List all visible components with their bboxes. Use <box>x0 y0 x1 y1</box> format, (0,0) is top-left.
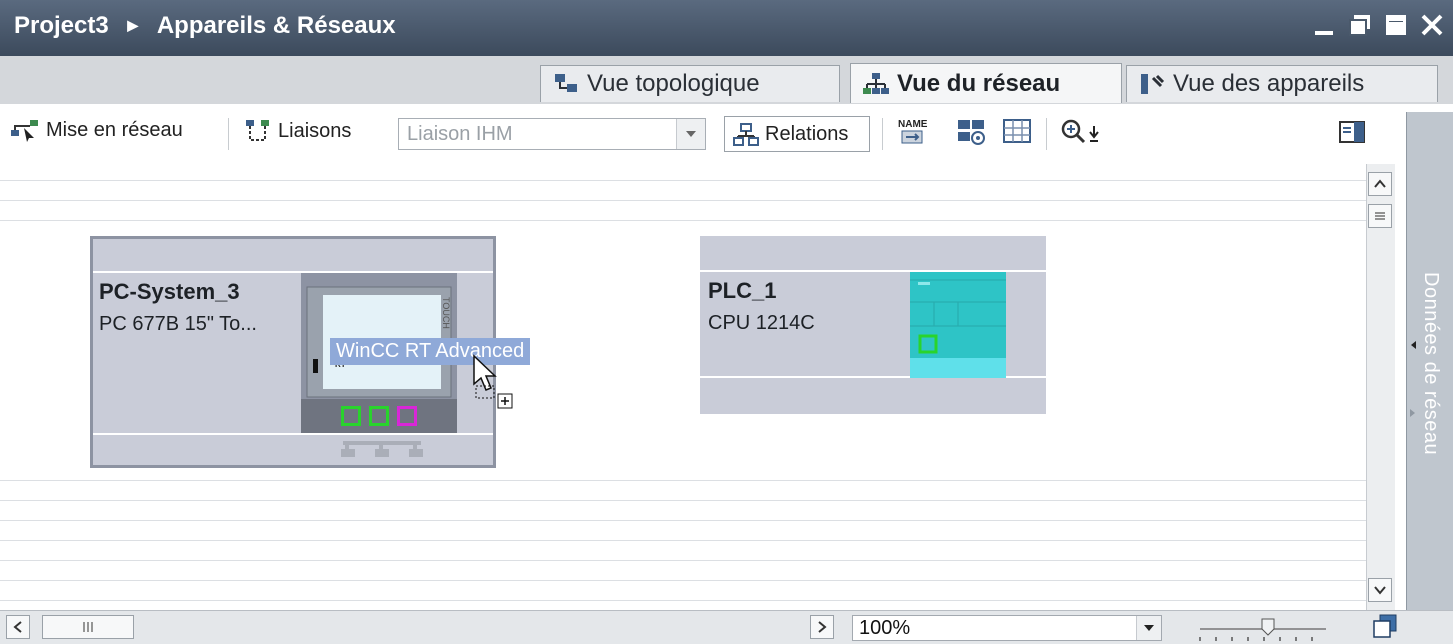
connections-label: Liaisons <box>278 119 352 142</box>
chevron-down-icon[interactable] <box>676 119 705 149</box>
drag-cursor-icon <box>473 354 513 409</box>
device-name[interactable]: PLC_1 <box>708 278 776 304</box>
maximize-icon[interactable] <box>1383 10 1409 40</box>
rack-connector-icon <box>341 441 423 457</box>
relations-button[interactable]: Relations <box>724 116 870 152</box>
device-type: PC 677B 15" To... <box>99 313 257 335</box>
plc-station[interactable]: PLC_1 CPU 1214C <box>700 236 1046 414</box>
network-mode-button[interactable]: Mise en réseau <box>10 118 183 142</box>
address-name-icon: NAME <box>898 119 928 144</box>
zoom-slider[interactable] <box>1196 613 1336 643</box>
zoom-in-icon <box>1061 119 1099 144</box>
close-icon[interactable] <box>1419 10 1445 40</box>
connection-type-select[interactable]: Liaison IHM <box>398 118 706 150</box>
panel-toggle-icon <box>1339 121 1365 143</box>
grip-icon <box>83 622 93 632</box>
scroll-right-button[interactable] <box>810 615 834 639</box>
tab-topology-view[interactable]: Vue topologique <box>540 65 840 102</box>
device-name[interactable]: PC-System_3 <box>99 279 240 305</box>
screen-label: TOUCH <box>441 297 451 329</box>
connections-button[interactable]: Liaisons <box>244 118 351 144</box>
status-bar: 100% <box>0 610 1453 644</box>
minimize-icon[interactable] <box>1311 10 1337 40</box>
horizontal-scroll-thumb[interactable] <box>42 615 134 639</box>
network-toolbar: Mise en réseau Liaisons Liaison IHM Rela… <box>0 104 1453 164</box>
scroll-up-button[interactable] <box>1368 172 1392 196</box>
toolbar-divider <box>228 118 229 150</box>
grip-icon <box>1375 212 1385 220</box>
show-interfaces-icon <box>958 120 985 145</box>
breadcrumb-project[interactable]: Project3 <box>14 12 109 40</box>
tab-device-view[interactable]: Vue des appareils <box>1126 65 1438 102</box>
network-canvas[interactable]: PC-System_3 PC 677B 15" To... TOUCH RT <box>0 164 1366 610</box>
ethernet-port-icon[interactable] <box>369 406 389 426</box>
network-mode-icon <box>11 120 38 142</box>
table-icon <box>1003 119 1031 143</box>
chevron-down-icon[interactable] <box>1136 616 1161 640</box>
grid-line <box>0 580 1366 581</box>
connection-type-value: Liaison IHM <box>407 123 513 145</box>
profibus-port-icon[interactable] <box>397 406 417 426</box>
grid-line <box>0 540 1366 541</box>
scroll-down-button[interactable] <box>1368 578 1392 602</box>
chevron-down-icon <box>1374 586 1386 595</box>
devices-icon <box>1141 74 1165 94</box>
breadcrumb-separator-icon: ▶ <box>127 17 139 33</box>
breadcrumb: Project3 ▶ Appareils & Réseaux <box>14 12 396 40</box>
network-mode-label: Mise en réseau <box>46 118 183 141</box>
show-names-button[interactable]: NAME <box>896 116 930 150</box>
overview-navigation-icon[interactable] <box>1372 613 1398 639</box>
grid-line <box>0 600 1366 601</box>
relations-icon <box>733 123 759 146</box>
restore-icon[interactable] <box>1347 10 1373 40</box>
touch-panel-icon: TOUCH RT <box>306 286 452 398</box>
tab-label: Vue du réseau <box>897 69 1061 97</box>
vertical-scrollbar[interactable] <box>1366 164 1395 610</box>
grid-line <box>0 520 1366 521</box>
tab-label: Vue des appareils <box>1173 70 1365 97</box>
relations-label: Relations <box>765 122 849 145</box>
toolbar-divider <box>882 118 883 150</box>
topology-icon <box>555 74 577 92</box>
view-tabs: Vue topologique Vue du réseau Vue des ap… <box>0 56 1453 105</box>
scroll-thumb[interactable] <box>1368 204 1392 228</box>
tab-label: Vue topologique <box>587 70 760 97</box>
grid-line <box>0 480 1366 481</box>
chevron-right-icon <box>818 621 827 633</box>
scroll-left-button[interactable] <box>6 615 30 639</box>
ethernet-port-icon[interactable] <box>341 406 361 426</box>
zoom-button[interactable] <box>1060 118 1110 146</box>
toolbar-divider <box>1046 118 1047 150</box>
network-icon <box>863 72 889 94</box>
grid-line <box>0 500 1366 501</box>
zoom-select[interactable]: 100% <box>852 615 1162 641</box>
expand-arrow-icon[interactable] <box>1409 408 1417 418</box>
horizontal-scrollbar[interactable] <box>0 615 840 641</box>
network-data-toggle-button[interactable] <box>1338 118 1368 146</box>
tab-network-view[interactable]: Vue du réseau <box>850 63 1122 103</box>
collapse-arrow-icon[interactable] <box>1409 340 1417 350</box>
table-view-button[interactable] <box>1002 118 1032 146</box>
network-data-panel[interactable]: Données de réseau <box>1406 112 1453 643</box>
divider <box>93 433 493 435</box>
device-type: CPU 1214C <box>708 312 815 334</box>
chevron-left-icon <box>13 621 22 633</box>
title-bar: Project3 ▶ Appareils & Réseaux <box>0 0 1453 56</box>
cpu-module-icon[interactable] <box>910 272 1006 378</box>
grid-line <box>0 220 1366 221</box>
interface-strip <box>301 399 457 433</box>
zoom-value: 100% <box>859 617 911 639</box>
grid-line <box>0 560 1366 561</box>
breadcrumb-editor: Appareils & Réseaux <box>156 12 396 39</box>
grid-line <box>0 180 1366 181</box>
chevron-up-icon <box>1374 179 1386 188</box>
grid-line <box>0 200 1366 201</box>
side-panel-label: Données de réseau <box>1420 272 1442 456</box>
connections-icon <box>246 120 269 141</box>
window-controls <box>1311 10 1445 40</box>
name-icon-text: NAME <box>898 119 928 130</box>
show-interfaces-button[interactable] <box>956 118 986 146</box>
